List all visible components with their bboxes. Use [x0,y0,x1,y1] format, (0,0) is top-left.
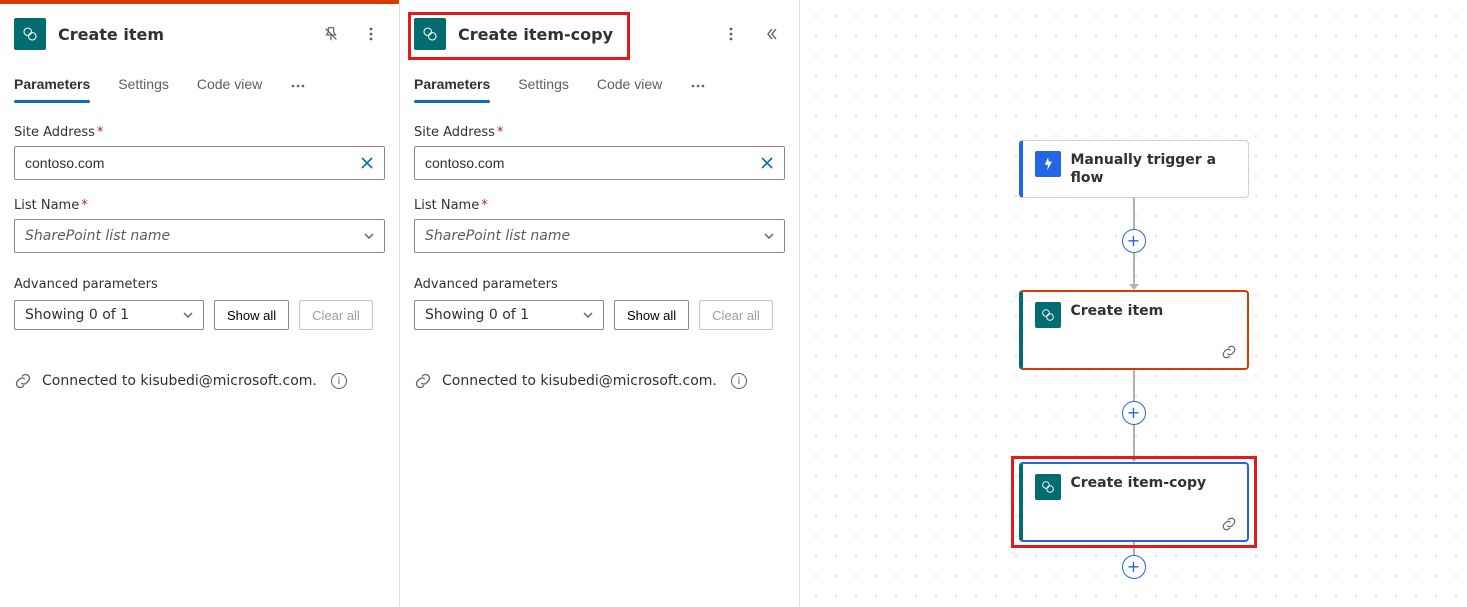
tab-parameters[interactable]: Parameters [14,70,90,102]
sharepoint-icon [1035,302,1061,328]
add-step-button[interactable]: + [1122,555,1146,579]
list-name-label: List Name* [414,198,785,213]
connection-text: Connected to kisubedi@microsoft.com. [42,373,317,389]
site-address-input[interactable] [414,146,785,180]
node-title: Create item [1071,302,1164,320]
info-icon[interactable]: i [331,373,347,389]
list-name-select[interactable]: SharePoint list name [414,219,785,253]
show-all-button[interactable]: Show all [214,300,289,330]
tab-settings[interactable]: Settings [118,70,169,102]
connection-info: Connected to kisubedi@microsoft.com. i [14,372,385,390]
clear-all-button: Clear all [699,300,773,330]
link-icon [414,372,432,390]
tab-settings[interactable]: Settings [518,70,569,102]
connector [1133,198,1135,230]
site-address-label: Site Address* [14,125,385,140]
more-icon[interactable] [717,20,745,48]
site-address-input[interactable] [14,146,385,180]
flow-node-create-item[interactable]: Create item [1019,290,1249,370]
connector [1133,370,1135,402]
unpin-icon[interactable] [317,20,345,48]
sharepoint-icon [14,18,46,50]
connector [1133,542,1135,556]
advanced-showing-select[interactable]: Showing 0 of 1 [14,300,204,330]
tab-overflow-icon[interactable] [690,70,706,102]
trigger-icon [1035,151,1061,177]
advanced-parameters-label: Advanced parameters [14,277,385,292]
connection-info: Connected to kisubedi@microsoft.com. i [414,372,785,390]
panel-title: Create item [58,25,305,44]
collapse-icon[interactable] [757,20,785,48]
info-icon[interactable]: i [731,373,747,389]
clear-input-icon[interactable] [355,151,379,175]
site-address-label: Site Address* [414,125,785,140]
sharepoint-icon [1035,474,1061,500]
connection-text: Connected to kisubedi@microsoft.com. [442,373,717,389]
details-panel-create-item-copy: Create item-copy Parameters Settings Cod… [400,0,800,607]
flow-canvas[interactable]: Manually trigger a flow + Create item [800,0,1467,607]
node-title: Manually trigger a flow [1071,151,1236,187]
add-step-button[interactable]: + [1122,229,1146,253]
flow-column: Manually trigger a flow + Create item [1019,140,1249,578]
panel-header: Create item-copy [414,14,785,70]
connector [1133,252,1135,284]
clear-input-icon[interactable] [755,151,779,175]
flow-node-create-item-copy[interactable]: Create item-copy [1019,462,1249,542]
add-step-button[interactable]: + [1122,401,1146,425]
tab-strip: Parameters Settings Code view [414,70,785,103]
list-name-placeholder: SharePoint list name [425,228,570,244]
tab-code-view[interactable]: Code view [597,70,662,102]
tab-parameters[interactable]: Parameters [414,70,490,102]
sharepoint-icon [414,18,446,50]
panel-title: Create item-copy [458,25,705,44]
node-title: Create item-copy [1071,474,1207,492]
details-panel-create-item: Create item Parameters Settings Code vie… [0,0,400,607]
panel-header: Create item [14,14,385,70]
link-icon [1221,344,1237,360]
show-all-button[interactable]: Show all [614,300,689,330]
flow-node-trigger[interactable]: Manually trigger a flow [1019,140,1249,198]
accent-bar [0,0,399,4]
link-icon [1221,516,1237,532]
advanced-parameters-label: Advanced parameters [414,277,785,292]
connector [1133,424,1135,456]
link-icon [14,372,32,390]
list-name-select[interactable]: SharePoint list name [14,219,385,253]
advanced-showing-select[interactable]: Showing 0 of 1 [414,300,604,330]
list-name-placeholder: SharePoint list name [25,228,170,244]
clear-all-button: Clear all [299,300,373,330]
tab-strip: Parameters Settings Code view [14,70,385,103]
list-name-label: List Name* [14,198,385,213]
tab-overflow-icon[interactable] [290,70,306,102]
more-icon[interactable] [357,20,385,48]
tab-code-view[interactable]: Code view [197,70,262,102]
